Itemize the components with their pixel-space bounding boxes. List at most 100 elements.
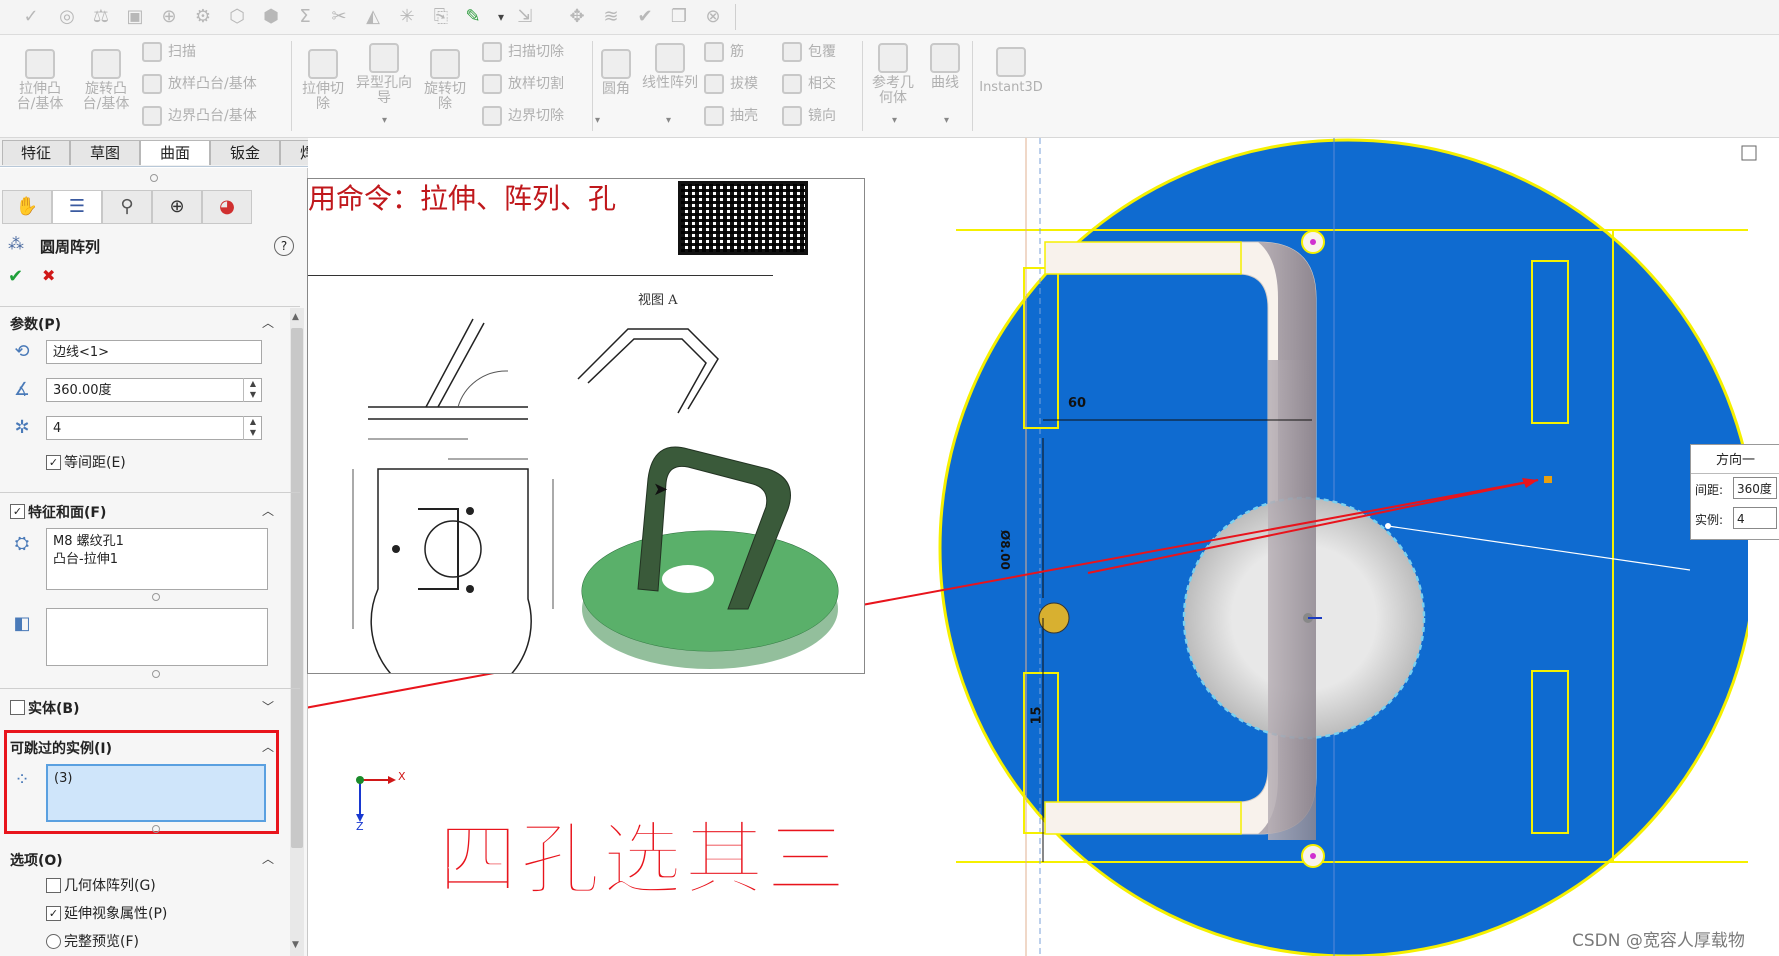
scroll-up-icon[interactable]: ▲ — [292, 312, 299, 322]
move-icon[interactable]: ✥ — [566, 6, 588, 28]
hole-wizard-button[interactable]: 异型孔向导 — [356, 43, 412, 106]
cube-icon[interactable]: ⬡ — [226, 6, 248, 28]
tool-icon[interactable]: ✂ — [328, 6, 350, 28]
curves-button[interactable]: 曲线 — [924, 43, 966, 91]
sweep-button[interactable]: 扫描 — [142, 41, 196, 63]
propagate-visual-checkbox[interactable]: ✓ — [46, 906, 61, 921]
tab-sheetmetal[interactable]: 钣金 — [210, 140, 280, 165]
shell-button[interactable]: 抽壳 — [704, 105, 758, 127]
bodies-section-title[interactable]: 实体(B) — [28, 698, 79, 718]
export-icon[interactable]: ⇲ — [514, 6, 536, 28]
features-section-title[interactable]: 特征和面(F) — [28, 502, 106, 522]
tab-features[interactable]: 特征 — [2, 140, 70, 165]
scroll-down-icon[interactable]: ▼ — [292, 940, 299, 950]
star-icon[interactable]: ✳ — [396, 6, 418, 28]
tab-display-manager[interactable]: ◕ — [202, 190, 252, 224]
draft-icon[interactable]: ◭ — [362, 6, 384, 28]
full-preview-radio[interactable] — [46, 934, 61, 949]
features-list[interactable]: M8 螺纹孔1 凸台-拉伸1 — [46, 528, 268, 590]
collapse-icon[interactable]: ︿ — [262, 502, 274, 519]
linear-pattern-button[interactable]: 线性阵列 — [642, 43, 698, 91]
tab-config-manager[interactable]: ⚲ — [102, 190, 152, 224]
extrude-boss-button[interactable]: 拉伸凸台/基体 — [12, 49, 68, 112]
dimension-diameter[interactable]: Ø8.00 — [998, 530, 1012, 570]
verify-icon[interactable]: ✔ — [634, 6, 656, 28]
faces-list[interactable] — [46, 608, 268, 666]
measure-icon[interactable]: ◎ — [56, 6, 78, 28]
analysis-icon[interactable]: ✎ — [462, 6, 484, 28]
fillet-dropdown-icon[interactable]: ▾ — [595, 115, 600, 126]
curves-dropdown-icon[interactable]: ▾ — [944, 115, 949, 126]
pattern-callout[interactable]: 方向一 间距: 360度 实例: 4 — [1690, 444, 1779, 540]
collapse-icon[interactable]: ︿ — [262, 738, 274, 755]
list-grip[interactable] — [152, 670, 160, 678]
stop-icon[interactable]: ⊗ — [702, 6, 724, 28]
copy-icon[interactable]: ❐ — [668, 6, 690, 28]
layers-icon[interactable]: ≋ — [600, 6, 622, 28]
rib-button[interactable]: 筋 — [704, 41, 744, 63]
options-section-title[interactable]: 选项(O) — [10, 850, 63, 870]
list-item[interactable]: 凸台-拉伸1 — [53, 551, 261, 569]
callout-spacing-field[interactable]: 360度 — [1733, 477, 1777, 499]
list-grip[interactable] — [152, 825, 160, 833]
fillet-button[interactable]: 圆角 — [598, 49, 634, 97]
tab-surfaces[interactable]: 曲面 — [140, 140, 210, 165]
skip-section-title[interactable]: 可跳过的实例(I) — [10, 738, 112, 758]
tab-feature-tree[interactable]: ✋ — [2, 190, 52, 224]
revolve-cut-button[interactable]: 旋转切除 — [418, 49, 472, 112]
intersect-button[interactable]: 相交 — [782, 73, 836, 95]
swept-cut-button[interactable]: 扫描切除 — [482, 41, 564, 63]
loft-boss-button[interactable]: 放样凸台/基体 — [142, 73, 257, 95]
scroll-thumb[interactable] — [291, 328, 303, 848]
extrude-cut-button[interactable]: 拉伸切除 — [296, 49, 350, 112]
revolve-boss-button[interactable]: 旋转凸台/基体 — [78, 49, 134, 112]
help-icon[interactable]: ? — [274, 236, 294, 256]
collapse-icon[interactable]: ︿ — [262, 850, 274, 867]
hole-dropdown-icon[interactable]: ▾ — [382, 115, 387, 126]
wrap-button[interactable]: 包覆 — [782, 41, 836, 63]
dimension-60[interactable]: 60 — [1068, 396, 1086, 411]
reference-geometry-button[interactable]: 参考几何体 — [866, 43, 920, 106]
bodies-checkbox[interactable] — [10, 700, 25, 715]
skip-instances-list[interactable]: (3) — [46, 764, 266, 822]
tab-property-manager[interactable]: ☰ — [52, 190, 102, 224]
mirror-button[interactable]: 镜向 — [782, 105, 836, 127]
shield-icon[interactable]: ⬢ — [260, 6, 282, 28]
compare-icon[interactable]: ⎘ — [430, 6, 452, 28]
collapse-icon[interactable]: ︿ — [262, 314, 274, 331]
params-section-title[interactable]: 参数(P) — [10, 314, 61, 334]
lofted-cut-button[interactable]: 放样切割 — [482, 73, 564, 95]
spell-icon[interactable]: ✓ — [20, 6, 42, 28]
globe-icon[interactable]: ⊕ — [158, 6, 180, 28]
ok-button[interactable]: ✔ — [8, 266, 23, 287]
boundary-boss-button[interactable]: 边界凸台/基体 — [142, 105, 257, 127]
list-item[interactable]: M8 螺纹孔1 — [53, 533, 261, 551]
cancel-button[interactable]: ✖ — [42, 266, 55, 285]
list-item[interactable]: (3) — [54, 771, 72, 786]
panel-grip[interactable] — [150, 174, 158, 182]
check-icon[interactable]: ⚙ — [192, 6, 214, 28]
axis-edge-field[interactable]: 边线<1> — [46, 340, 262, 364]
dimension-15[interactable]: 15 — [1030, 706, 1045, 724]
callout-instances-field[interactable]: 4 — [1733, 507, 1777, 529]
instances-spinner[interactable]: ▲ ▼ — [243, 416, 262, 440]
equal-spacing-checkbox[interactable]: ✓ — [46, 455, 61, 470]
instant3d-button[interactable]: Instant3D — [976, 47, 1046, 95]
draft-button[interactable]: 拔模 — [704, 73, 758, 95]
boundary-cut-button[interactable]: 边界切除 — [482, 105, 564, 127]
section-icon[interactable]: ▣ — [124, 6, 146, 28]
tab-sketch[interactable]: 草图 — [70, 140, 140, 165]
panel-scrollbar[interactable]: ▲ ▼ — [290, 308, 304, 956]
list-grip[interactable] — [152, 593, 160, 601]
pattern-dropdown-icon[interactable]: ▾ — [666, 115, 671, 126]
features-checkbox[interactable]: ✓ — [10, 504, 25, 519]
sum-icon[interactable]: Σ — [294, 6, 316, 28]
instances-input[interactable]: 4 — [46, 416, 262, 440]
refgeom-dropdown-icon[interactable]: ▾ — [892, 115, 897, 126]
geometry-pattern-checkbox[interactable] — [46, 878, 61, 893]
dropdown-icon[interactable]: ▾ — [490, 6, 512, 28]
angle-spinner[interactable]: ▲ ▼ — [243, 378, 262, 402]
tab-dimxpert[interactable]: ⊕ — [152, 190, 202, 224]
rotate-direction-icon[interactable]: ⟲ — [10, 340, 34, 364]
angle-input[interactable]: 360.00度 — [46, 378, 262, 402]
